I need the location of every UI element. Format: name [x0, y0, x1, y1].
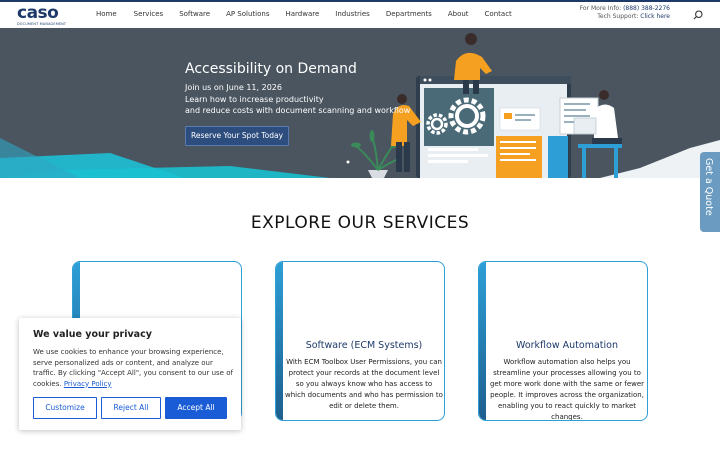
accept-all-button[interactable]: Accept All: [165, 397, 227, 419]
get-a-quote-label: Get a Quote: [703, 158, 714, 216]
hero-desc-line-1: Learn how to increase productivity: [185, 95, 324, 104]
reserve-spot-button[interactable]: Reserve Your Spot Today: [185, 126, 289, 146]
hero-banner: Accessibility on Demand Join us on June …: [0, 28, 720, 178]
nav-services[interactable]: Services: [134, 10, 164, 18]
main-nav: Home Services Software AP Solutions Hard…: [96, 10, 512, 18]
card-title-workflow[interactable]: Workflow Automation: [487, 340, 647, 351]
nav-ap-solutions[interactable]: AP Solutions: [226, 10, 269, 18]
card-accent-strip: [276, 262, 283, 420]
card-title-software[interactable]: Software (ECM Systems): [284, 340, 444, 351]
search-icon[interactable]: [693, 10, 703, 20]
nav-hardware[interactable]: Hardware: [285, 10, 319, 18]
tech-support-link[interactable]: Click here: [640, 13, 670, 20]
cookie-consent-banner: We value your privacy We use cookies to …: [19, 318, 241, 430]
reject-all-button[interactable]: Reject All: [101, 397, 161, 419]
nav-departments[interactable]: Departments: [386, 10, 432, 18]
card-accent-strip: [479, 262, 486, 420]
site-header: caso DOCUMENT MANAGEMENT Home Services S…: [0, 2, 720, 28]
cookie-body: We use cookies to enhance your browsing …: [33, 347, 233, 389]
nav-software[interactable]: Software: [179, 10, 210, 18]
nav-home[interactable]: Home: [96, 10, 117, 18]
logo-tagline: DOCUMENT MANAGEMENT: [17, 22, 67, 26]
card-text-workflow: Workflow automation also helps you strea…: [489, 358, 645, 421]
hero-title: Accessibility on Demand: [185, 61, 357, 77]
card-text-software: With ECM Toolbox User Permissions, you c…: [285, 358, 443, 410]
nav-contact[interactable]: Contact: [485, 10, 512, 18]
contact-info-label: For More Info:: [579, 5, 622, 12]
privacy-policy-link[interactable]: Privacy Policy: [64, 380, 112, 388]
cookie-heading: We value your privacy: [33, 329, 152, 340]
tech-support-label: Tech Support:: [597, 12, 639, 20]
customize-button[interactable]: Customize: [33, 397, 97, 419]
hero-description: Learn how to increase productivity and r…: [185, 94, 415, 116]
logo-wordmark: caso: [17, 3, 59, 23]
contact-info: For More Info: (888) 388-2276 Tech Suppo…: [580, 5, 670, 20]
hero-desc-line-2: and reduce costs with document scanning …: [185, 106, 411, 115]
service-card-software[interactable]: Software (ECM Systems) With ECM Toolbox …: [275, 261, 445, 421]
services-section-title: EXPLORE OUR SERVICES: [250, 213, 470, 233]
caso-logo[interactable]: caso DOCUMENT MANAGEMENT: [17, 5, 73, 27]
contact-phone-link[interactable]: (888) 388-2276: [623, 5, 670, 12]
hero-date: Join us on June 11, 2026: [185, 83, 282, 92]
service-card-workflow[interactable]: Workflow Automation Workflow automation …: [478, 261, 648, 421]
nav-about[interactable]: About: [448, 10, 469, 18]
nav-industries[interactable]: Industries: [335, 10, 370, 18]
